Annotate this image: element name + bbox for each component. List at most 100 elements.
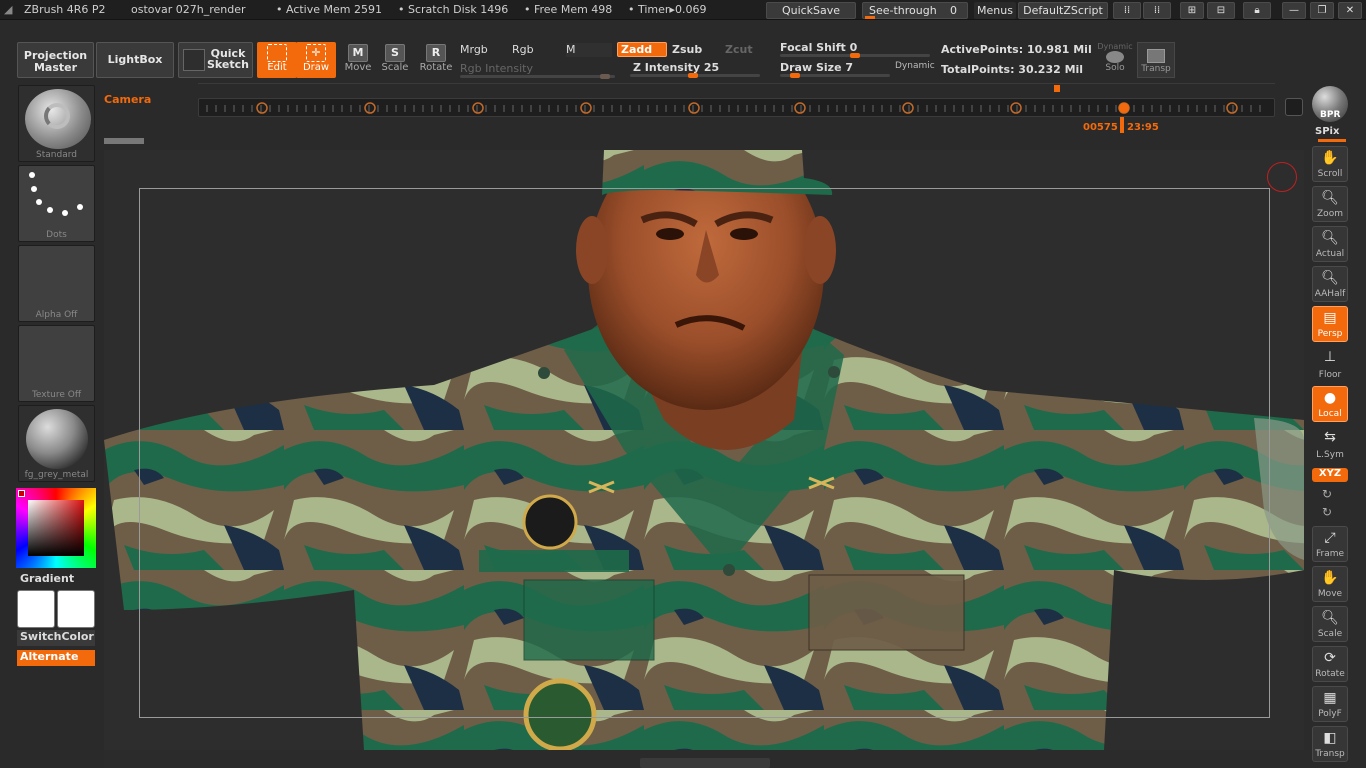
hand-icon: ✋ [1321, 150, 1339, 166]
keyframe-marker[interactable] [794, 102, 806, 114]
alternate-button[interactable]: Alternate [17, 650, 95, 666]
quicksave-button[interactable]: QuickSave [766, 2, 856, 19]
persp-button[interactable]: ▤ Persp [1312, 306, 1348, 342]
xyz-label: XYZ [1318, 468, 1342, 479]
floor-icon: ⊥ [1323, 349, 1337, 365]
bpr-button[interactable]: BPR [1312, 86, 1348, 122]
keyframe-marker[interactable] [364, 102, 376, 114]
local-button[interactable]: ● Local [1312, 386, 1348, 422]
floor-button[interactable]: ⊥ Floor [1312, 346, 1348, 382]
lightbox-button[interactable]: LightBox [96, 42, 174, 78]
alpha-button[interactable]: Alpha Off [18, 245, 95, 322]
rotate-y-icon[interactable]: ↻ [1322, 487, 1332, 501]
secondary-color-button[interactable] [57, 590, 95, 628]
move-view-button[interactable]: ✋ Move [1312, 566, 1348, 602]
spix-track[interactable] [1318, 139, 1346, 142]
color-picker[interactable] [16, 488, 96, 568]
keyframe-marker[interactable] [688, 102, 700, 114]
transp-top-button[interactable]: Transp [1137, 42, 1175, 78]
close-icon[interactable]: ✕ [1338, 2, 1362, 19]
actual-label: Actual [1315, 249, 1345, 259]
dots-stroke-icon [19, 166, 94, 226]
quick-sketch-button[interactable]: Quick Sketch [178, 42, 253, 78]
texture-button[interactable]: Texture Off [18, 325, 95, 402]
lsym-button[interactable]: ⇆ L.Sym [1312, 426, 1348, 462]
scroll-button[interactable]: ✋ Scroll [1312, 146, 1348, 182]
polyf-button[interactable]: ▦ PolyF [1312, 686, 1348, 722]
zsub-button[interactable]: Zsub [672, 43, 702, 56]
bottom-tray-handle[interactable] [640, 758, 770, 768]
scale-view-button[interactable]: 🔍︎ Scale [1312, 606, 1348, 642]
keyframe-marker[interactable] [256, 102, 268, 114]
frame-button[interactable]: ⤢ Frame [1312, 526, 1348, 562]
stroke-button[interactable]: Dots [18, 165, 95, 242]
keyframe-marker[interactable] [580, 102, 592, 114]
active-points: ActivePoints: 10.981 Mil [941, 43, 1092, 56]
tray-left-icon[interactable]: ⁞⁞ [1113, 2, 1141, 19]
m-button[interactable]: M [566, 43, 612, 57]
minimize-icon[interactable]: — [1282, 2, 1306, 19]
rgb-intensity-track[interactable] [460, 74, 615, 79]
time-cursor[interactable] [1120, 117, 1124, 133]
z-intensity-track[interactable] [630, 73, 760, 78]
canvas-scroll-handle[interactable] [104, 138, 144, 144]
spix-slider[interactable]: SPix [1315, 126, 1339, 137]
scratch-disk: • Scratch Disk 1496 [398, 3, 509, 16]
rotate-button[interactable]: R Rotate [416, 42, 456, 78]
rgb-button[interactable]: Rgb [512, 43, 534, 56]
color-square[interactable] [28, 500, 84, 556]
rotate-z-icon[interactable]: ↻ [1322, 505, 1332, 519]
timeline-marker [1054, 85, 1060, 92]
rotate-icon: R [426, 44, 446, 62]
transp-button[interactable]: ◧ Transp [1312, 726, 1348, 762]
focal-shift-slider[interactable]: Focal Shift 0 [780, 41, 857, 54]
symmetry-arrows-icon: ⇆ [1324, 429, 1336, 445]
aahalf-label: AAHalf [1314, 289, 1346, 299]
material-button[interactable]: fg_grey_metal [18, 405, 95, 482]
projection-master-button[interactable]: Projection Master [17, 42, 94, 78]
dynamic-toggle[interactable]: Dynamic [895, 61, 935, 71]
focal-shift-track[interactable] [780, 53, 930, 58]
material-label: fg_grey_metal [24, 470, 89, 480]
zoom-icon: 🔍︎ [1321, 190, 1339, 206]
rgb-intensity-slider[interactable]: Rgb Intensity [460, 62, 533, 75]
solo-button[interactable]: Dynamic Solo [1096, 42, 1134, 78]
see-through-slider[interactable]: See-through 0 [862, 2, 968, 19]
tray-right-icon[interactable]: ⁞⁞ [1143, 2, 1171, 19]
mrgb-button[interactable]: Mrgb [460, 43, 488, 56]
document-canvas[interactable] [104, 150, 1304, 750]
keyframe-marker[interactable] [472, 102, 484, 114]
draw-button[interactable]: ✛ Draw [296, 42, 336, 78]
brush-button[interactable]: Standard [18, 85, 95, 162]
keyframe-marker[interactable] [1226, 102, 1238, 114]
switch-color-button[interactable]: SwitchColor [17, 630, 95, 646]
aahalf-button[interactable]: 🔍︎ AAHalf [1312, 266, 1348, 302]
draw-size-track[interactable] [780, 73, 890, 78]
edit-button[interactable]: Edit [257, 42, 297, 78]
menus-toggle[interactable]: Menus [974, 2, 1016, 19]
transparency-icon: ◧ [1323, 730, 1337, 746]
timeline-track[interactable] [198, 98, 1275, 117]
zcut-button[interactable]: Zcut [725, 43, 753, 56]
lock-icon[interactable]: 🔒︎ [1243, 2, 1271, 19]
move-button[interactable]: M Move [338, 42, 378, 78]
current-keyframe-marker[interactable] [1119, 103, 1129, 113]
zoom-button[interactable]: 🔍︎ Zoom [1312, 186, 1348, 222]
ui-layout-icon[interactable]: ⊟ [1207, 2, 1235, 19]
actual-button[interactable]: 🔍︎ Actual [1312, 226, 1348, 262]
rotate-view-button[interactable]: ⟳ Rotate [1312, 646, 1348, 682]
restore-icon[interactable]: ❐ [1310, 2, 1334, 19]
z-intensity-slider[interactable]: Z Intensity 25 [633, 61, 719, 74]
app-title: ZBrush 4R6 P2 [24, 3, 106, 16]
zadd-button[interactable]: Zadd [617, 42, 667, 57]
free-mem: • Free Mem 498 [524, 3, 613, 16]
keyframe-marker[interactable] [1010, 102, 1022, 114]
scale-button[interactable]: S Scale [375, 42, 415, 78]
timeline-toggle[interactable] [1285, 98, 1303, 116]
keyframe-marker[interactable] [902, 102, 914, 114]
xyz-button[interactable]: XYZ [1312, 468, 1348, 482]
hide-palettes-icon[interactable]: ⊞ [1180, 2, 1204, 19]
main-color-button[interactable] [17, 590, 55, 628]
gradient-label[interactable]: Gradient [20, 572, 74, 585]
default-zscript-button[interactable]: DefaultZScript [1018, 2, 1108, 19]
